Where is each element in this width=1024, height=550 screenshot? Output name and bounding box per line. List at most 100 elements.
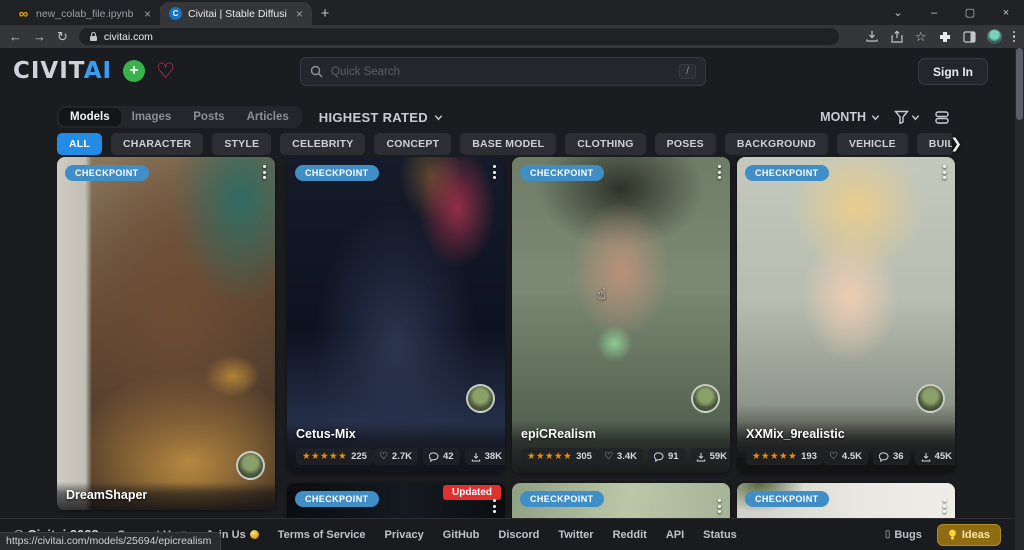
model-card[interactable]: CHECKPOINT epiCRealism ★★★★★305 ♡3.4K 91…	[512, 157, 730, 473]
card-menu-icon[interactable]	[943, 165, 946, 179]
category-pill[interactable]: ALL	[57, 133, 102, 155]
scrollbar-thumb[interactable]	[1016, 48, 1023, 120]
creator-avatar[interactable]	[916, 384, 945, 413]
reload-icon[interactable]: ↻	[57, 30, 68, 43]
card-menu-icon[interactable]	[493, 165, 496, 179]
bugs-link[interactable]: ▯Bugs	[885, 529, 922, 541]
filter-button[interactable]	[894, 110, 920, 124]
category-pill[interactable]: STYLE	[212, 133, 271, 155]
maximize-icon[interactable]: ▢	[952, 0, 988, 25]
comments-count: 91	[668, 451, 679, 462]
creator-avatar[interactable]	[691, 384, 720, 413]
browser-tab[interactable]: C Civitai | Stable Diffusion models, ×	[160, 2, 312, 25]
page-scrollbar[interactable]	[1015, 48, 1024, 550]
minimize-icon[interactable]: –	[916, 0, 952, 25]
category-pill[interactable]: CELEBRITY	[280, 133, 365, 155]
category-pill[interactable]: BASE MODEL	[460, 133, 556, 155]
civitai-logo[interactable]: CIVITAI	[13, 58, 112, 84]
bookmark-star-icon[interactable]: ☆	[915, 29, 927, 45]
browser-tab-strip: ∞ new_colab_file.ipynb - Colaborat × C C…	[0, 0, 1024, 25]
window-menu-chevron-icon[interactable]: ⌄	[880, 0, 916, 25]
updated-badge: Updated	[443, 485, 501, 500]
card-menu-icon[interactable]	[718, 499, 721, 513]
layout-toggle-icon[interactable]	[934, 110, 950, 125]
chevron-down-icon	[434, 113, 443, 122]
model-stats: ★★★★★193 ♡4.5K 36 45K	[746, 448, 946, 465]
content-type-tab[interactable]: Images	[121, 108, 183, 126]
footer-link[interactable]: Privacy	[385, 529, 424, 541]
model-card[interactable]: CHECKPOINT DreamShaper	[57, 157, 275, 510]
category-pill[interactable]: CONCEPT	[374, 133, 451, 155]
close-icon[interactable]: ×	[988, 0, 1024, 25]
likes-count: 4.5K	[842, 451, 862, 462]
content-type-tab[interactable]: Posts	[182, 108, 235, 126]
creator-avatar[interactable]	[236, 451, 265, 480]
chevron-down-icon	[911, 113, 920, 122]
category-pill[interactable]: CLOTHING	[565, 133, 645, 155]
footer-link[interactable]: API	[666, 529, 684, 541]
search-box[interactable]: /	[300, 57, 706, 86]
creator-avatar[interactable]	[466, 384, 495, 413]
profile-avatar[interactable]	[987, 29, 1002, 44]
heart-icon[interactable]: ♡	[156, 61, 175, 82]
model-card-partial[interactable]: CHECKPOINT	[737, 483, 955, 518]
footer-link[interactable]: GitHub	[443, 529, 480, 541]
star-icons: ★★★★★	[752, 451, 797, 462]
model-card-partial[interactable]: CHECKPOINT	[512, 483, 730, 518]
ideas-button[interactable]: Ideas	[937, 524, 1001, 546]
footer-link[interactable]: Reddit	[613, 529, 647, 541]
heart-icon: ♡	[379, 452, 388, 462]
extensions-icon[interactable]	[938, 30, 952, 44]
card-menu-icon[interactable]	[943, 499, 946, 513]
url-input[interactable]: civitai.com	[79, 28, 839, 45]
forward-icon[interactable]: →	[33, 30, 46, 43]
model-card-grid: CHECKPOINT DreamShaper CHECKPOINT Cetus-…	[57, 157, 967, 518]
side-panel-icon[interactable]	[963, 31, 976, 43]
footer-link-label: GitHub	[443, 529, 480, 541]
comments-pill: 42	[423, 448, 460, 465]
model-card-partial[interactable]: CHECKPOINT Updated	[287, 483, 505, 518]
download-icon[interactable]	[865, 30, 879, 43]
downloads-pill: 38K	[465, 448, 505, 465]
checkpoint-badge: CHECKPOINT	[295, 165, 379, 181]
card-menu-icon[interactable]	[493, 499, 496, 513]
model-card[interactable]: CHECKPOINT Cetus-Mix ★★★★★225 ♡2.7K 42 3…	[287, 157, 505, 473]
footer-link[interactable]: Discord	[498, 529, 539, 541]
tab-title: new_colab_file.ipynb - Colaborat	[36, 8, 135, 20]
tab-favicon: C	[169, 7, 182, 20]
comment-icon	[654, 452, 664, 462]
content-type-tab[interactable]: Articles	[236, 108, 300, 126]
card-menu-icon[interactable]	[718, 165, 721, 179]
add-button[interactable]: +	[123, 60, 145, 82]
model-title: DreamShaper	[66, 488, 266, 502]
tab-close-icon[interactable]: ×	[141, 7, 154, 21]
content-type-tab[interactable]: Models	[59, 108, 121, 126]
model-card[interactable]: CHECKPOINT XXMix_9realistic ★★★★★193 ♡4.…	[737, 157, 955, 473]
categories-scroll-right-icon[interactable]: ❯	[950, 135, 962, 152]
category-pill[interactable]: CHARACTER	[111, 133, 203, 155]
share-icon[interactable]	[890, 30, 904, 43]
category-pill[interactable]: BUILDINGS	[917, 133, 952, 155]
footer-link[interactable]: Status	[703, 529, 737, 541]
sign-in-button[interactable]: Sign In	[918, 58, 988, 85]
tab-close-icon[interactable]: ×	[293, 7, 306, 21]
browser-menu-icon[interactable]	[1013, 31, 1016, 43]
new-tab-button[interactable]: +	[312, 2, 338, 25]
tab-title: Civitai | Stable Diffusion models,	[188, 8, 287, 20]
category-pill[interactable]: BACKGROUND	[725, 133, 828, 155]
browser-tab[interactable]: ∞ new_colab_file.ipynb - Colaborat ×	[8, 2, 160, 25]
site-header: CIVITAI + ♡ / Sign In	[0, 48, 1024, 94]
footer-link[interactable]: Terms of Service	[278, 529, 366, 541]
footer-link[interactable]: Twitter	[558, 529, 593, 541]
card-menu-icon[interactable]	[263, 165, 266, 179]
comments-pill: 36	[873, 448, 910, 465]
back-icon[interactable]: ←	[9, 30, 22, 43]
downloads-count: 45K	[935, 451, 952, 462]
search-icon	[310, 65, 323, 78]
category-pill[interactable]: POSES	[655, 133, 716, 155]
model-title: epiCRealism	[521, 427, 721, 441]
period-dropdown[interactable]: MONTH	[820, 110, 880, 124]
category-pill[interactable]: VEHICLE	[837, 133, 908, 155]
search-input[interactable]	[331, 66, 671, 78]
sort-dropdown[interactable]: HIGHEST RATED	[319, 110, 443, 125]
